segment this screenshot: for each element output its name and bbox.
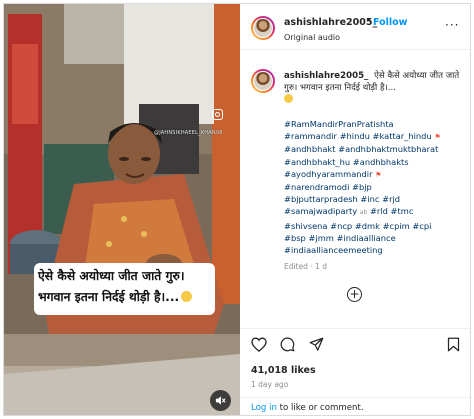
caption-and-comments: ashishlahre2005_ ऐसे कैसे अयोध्या जीत जा… [240,50,470,320]
hashtag-line[interactable]: #bjputtarpradesh #inc #rjd [284,193,462,205]
bookmark-icon[interactable] [447,337,460,352]
hashtag-line[interactable]: #andhbhakt_hu #andhbhakts [284,156,462,168]
author-avatar[interactable] [251,16,275,40]
hashtag-line[interactable]: #rammandir #hindu #kattar_hindu ⚑ [284,130,462,143]
more-options-icon[interactable]: ··· [445,18,459,32]
author-username[interactable]: ashishlahre2005_ [284,17,377,28]
flag-icon: ⚑ [434,133,441,142]
likes-count[interactable]: 41,018 likes [251,365,316,376]
comment-bubble-icon[interactable] [280,337,295,352]
flag-icon: ⚑ [375,170,382,179]
edited-timestamp: Edited · 1 d [284,262,327,271]
avatar-image [253,18,273,38]
audio-link[interactable]: Original audio [284,33,340,42]
login-prompt-text: to like or comment. [276,403,364,413]
speaker-muted-icon [215,396,226,405]
post-side-panel: ashishlahre2005_ • Follow Original audio… [240,4,470,415]
post-video[interactable]: @JAHNSIKHAEEL_KHAN98 ऐसे कैसे अयोध्या जी… [4,4,240,415]
caption-username[interactable]: ashishlahre2005_ [284,71,368,81]
hashtag-line[interactable]: #andhbhakt #andhbhaktmuktbharat [284,143,462,155]
hashtag-line[interactable]: #samajwadiparty ab #rld #tmc [284,205,462,219]
login-bar: Log in to like or comment. [240,397,470,415]
hashtag-line[interactable]: #bsp #jmm #indiaalliance [284,232,462,244]
hashtag-line[interactable]: #ayodhyarammandir ⚑ [284,168,462,181]
separator-dot: • [366,16,372,26]
action-bar [240,328,470,365]
hashtag-list: #RamMandirPranPratishta #rammandir #hind… [284,118,462,256]
post-time-ago: 1 day ago [251,380,289,389]
mute-button[interactable] [210,390,231,411]
paper-plane-icon[interactable] [309,337,324,352]
avatar-image [253,71,273,91]
heart-icon[interactable] [251,337,267,352]
video-caption-line-2: भगवान इतना निर्दई थोड़ी है।... [38,287,213,308]
hashtag-line[interactable]: #shivsena #ncp #dmk #cpim #cpi [284,220,462,232]
follow-button[interactable]: Follow [373,17,407,28]
instagram-post-embed: @JAHNSIKHAEEL_KHAN98 ऐसे कैसे अयोध्या जी… [3,3,471,416]
smile-emoji-icon [181,291,193,302]
post-header: ashishlahre2005_ • Follow Original audio… [240,4,470,50]
login-prompt: Log in to like or comment. [251,403,364,413]
smile-emoji-icon [284,94,293,103]
video-caption-line-1: ऐसे कैसे अयोध्या जीत जाते गुरु। [38,269,185,283]
hashtag-line[interactable]: #RamMandirPranPratishta [284,118,462,130]
instagram-glyph-icon [212,109,223,120]
hashtag-line[interactable]: #narendramodi #bjp [284,181,462,193]
plus-circle-icon[interactable]: + [347,287,362,302]
login-link[interactable]: Log in [251,403,277,413]
post-caption: ashishlahre2005_ ऐसे कैसे अयोध्या जीत जा… [284,70,462,106]
video-frame [4,4,240,415]
caption-author-avatar[interactable] [251,69,275,93]
hashtag-line[interactable]: #indiaallianceemeeting [284,244,462,256]
video-watermark: @JAHNSIKHAEEL_KHAN98 [154,130,223,136]
video-caption-overlay: ऐसे कैसे अयोध्या जीत जाते गुरु। भगवान इत… [34,263,215,315]
